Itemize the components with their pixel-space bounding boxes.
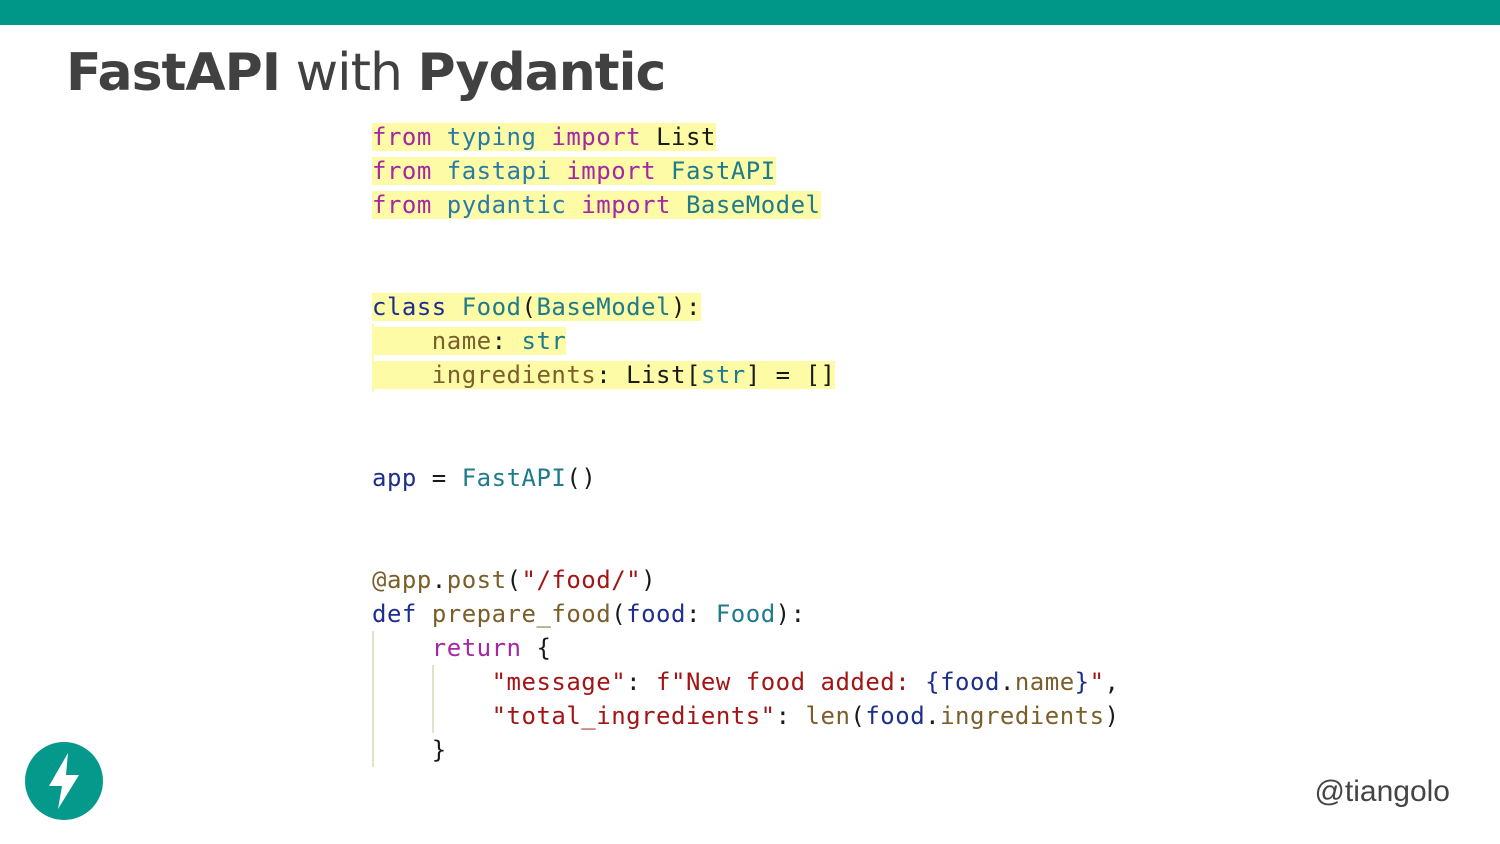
fastapi-logo [25, 742, 103, 820]
code-line-3: from pydantic import BaseModel [372, 191, 821, 219]
code-line-6: ingredients: List[str] = [] [372, 361, 836, 389]
code-line-13: } [372, 736, 447, 764]
author-handle: @tiangolo [1314, 775, 1450, 808]
code-line-12: "total_ingredients": len(food.ingredient… [491, 702, 1120, 730]
slide-title: FastAPI with Pydantic [66, 43, 666, 103]
code-line-8: @app.post("/food/") [372, 566, 657, 594]
code-line-11: "message": f"New food added: {food.name}… [491, 668, 1120, 696]
top-accent-bar [0, 0, 1500, 25]
code-line-9: def prepare_food(food: Food): [372, 600, 806, 628]
code-line-5: name: str [372, 327, 567, 355]
code-line-1: from typing import List [372, 123, 716, 151]
code-line-2: from fastapi import FastAPI [372, 157, 776, 185]
code-line-7: app = FastAPI() [372, 464, 597, 492]
code-line-10: return { [431, 634, 552, 662]
code-line-4: class Food(BaseModel): [372, 293, 701, 321]
